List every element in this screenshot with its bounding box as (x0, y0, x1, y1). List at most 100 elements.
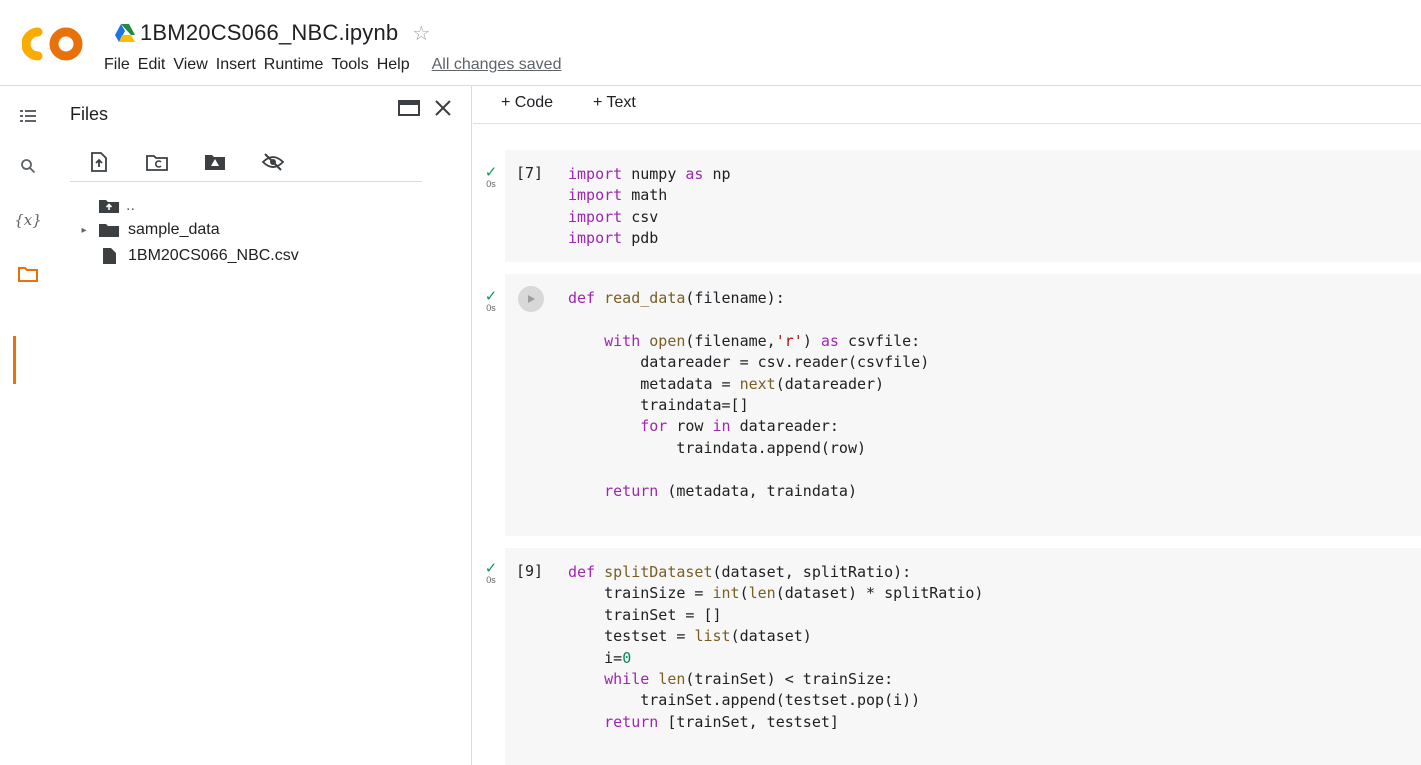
run-cell-button[interactable] (518, 286, 544, 312)
menu-edit[interactable]: Edit (138, 54, 166, 76)
active-indicator (13, 336, 16, 384)
code-token: i= (568, 648, 623, 667)
exec-time: 0s (486, 179, 496, 189)
files-icon[interactable] (0, 252, 56, 296)
check-icon: ✓ (484, 288, 498, 305)
code-token: numpy (622, 165, 686, 183)
tree-item-label: 1BM20CS066_NBC.csv (128, 247, 299, 264)
execution-count[interactable]: [9] (516, 562, 543, 580)
files-panel: Files .. ▸ sample_data 1BM20CS066_NBC.cs… (56, 86, 472, 765)
code-token: import (568, 229, 623, 248)
add-text-button[interactable]: + Text (593, 94, 636, 112)
code-line: trainSize = int(len(dataset) * splitRati… (568, 583, 983, 604)
code-line: return (metadata, traindata) (568, 481, 929, 502)
panel-actions (397, 98, 453, 118)
code-token: (dataset) * splitRatio) (775, 584, 984, 603)
open-in-tab-icon[interactable] (397, 98, 423, 118)
code-token: len (658, 670, 686, 689)
code-token: (dataset) (730, 627, 812, 646)
play-icon (528, 295, 535, 303)
code-line: testset = list(dataset) (568, 626, 983, 647)
mount-drive-icon[interactable] (186, 144, 244, 180)
notebook-title[interactable]: 1BM20CS066_NBC.ipynb (140, 20, 398, 46)
expand-arrow-icon[interactable]: ▸ (70, 225, 98, 236)
menu-tools[interactable]: Tools (331, 54, 368, 76)
code-token: next (739, 374, 776, 393)
code-token: while (604, 670, 650, 689)
hide-files-icon[interactable] (244, 144, 302, 180)
star-icon[interactable]: ☆ (412, 21, 430, 46)
code-token: import (568, 186, 623, 205)
code-token: csv (622, 207, 659, 226)
code-token: [trainSet, testset] (658, 712, 839, 731)
cell-status: ✓ 0s (481, 165, 501, 189)
google-drive-icon[interactable] (114, 23, 136, 43)
code-token: row (667, 417, 713, 436)
notebook-header: 1BM20CS066_NBC.ipynb ☆ File Edit View In… (0, 0, 1421, 86)
code-line: for row in datareader: (568, 416, 929, 437)
exec-time: 0s (486, 303, 496, 313)
code-token: return (604, 712, 659, 731)
menu-insert[interactable]: Insert (216, 54, 256, 76)
code-line: traindata.append(row) (568, 438, 929, 459)
code-token: (datareader) (775, 374, 885, 393)
code-token: 0 (622, 648, 632, 667)
code-token: np (703, 165, 731, 183)
code-token: (filename, (685, 331, 776, 350)
close-icon[interactable] (433, 98, 453, 118)
add-code-button[interactable]: + Code (501, 94, 553, 112)
refresh-icon[interactable] (128, 144, 186, 180)
code-token: (dataset, splitRatio): (712, 563, 912, 581)
execution-count[interactable]: [7] (516, 164, 543, 182)
save-status[interactable]: All changes saved (432, 56, 562, 74)
code-token: trainSet = [] (568, 605, 722, 624)
tree-item-sample-data[interactable]: ▸ sample_data (70, 218, 219, 242)
tree-item-parent[interactable]: .. (98, 194, 135, 218)
search-icon[interactable] (0, 144, 56, 188)
cell-status: ✓ 0s (481, 561, 501, 585)
code-token: datareader = csv.reader(csvfile) (568, 353, 930, 372)
menu-file[interactable]: File (104, 54, 130, 76)
code-token: in (712, 417, 731, 436)
table-of-contents-icon[interactable] (0, 94, 56, 138)
code-token: trainSize = (568, 584, 713, 603)
menu-help[interactable]: Help (377, 54, 410, 76)
code-line: traindata=[] (568, 395, 929, 416)
tree-item-csv-file[interactable]: 1BM20CS066_NBC.csv (98, 244, 299, 268)
code-editor[interactable]: import numpy as np import math import csv i… (568, 164, 731, 250)
menu-runtime[interactable]: Runtime (264, 54, 324, 76)
code-token: metadata = (568, 374, 740, 393)
menu-view[interactable]: View (173, 54, 207, 76)
upload-file-icon[interactable] (70, 144, 128, 180)
title-row: 1BM20CS066_NBC.ipynb ☆ (114, 18, 430, 48)
code-token: ) (802, 331, 821, 350)
code-line: def splitDataset(dataset, splitRatio): (568, 562, 983, 583)
code-token: read_data (604, 289, 686, 307)
parent-folder-icon (99, 200, 119, 213)
variables-icon[interactable]: {x} (0, 198, 56, 242)
code-token: (metadata, traindata) (658, 481, 857, 500)
code-editor[interactable]: def read_data(filename): with open(filen… (568, 288, 929, 502)
code-line: with open(filename,'r') as csvfile: (568, 331, 929, 352)
code-line: trainSet = [] (568, 605, 983, 626)
tree-item-label: .. (126, 197, 135, 214)
colab-logo[interactable] (22, 26, 86, 62)
code-token: def (568, 289, 596, 307)
left-rail: {x} (0, 86, 56, 765)
code-token: traindata=[] (568, 396, 749, 415)
code-editor[interactable]: def splitDataset(dataset, splitRatio): t… (568, 562, 983, 733)
code-token: len (748, 584, 776, 603)
code-token: csvfile: (838, 331, 921, 350)
files-panel-title: Files (70, 104, 109, 124)
code-line: import math (568, 185, 731, 206)
code-token: datareader: (730, 417, 839, 436)
